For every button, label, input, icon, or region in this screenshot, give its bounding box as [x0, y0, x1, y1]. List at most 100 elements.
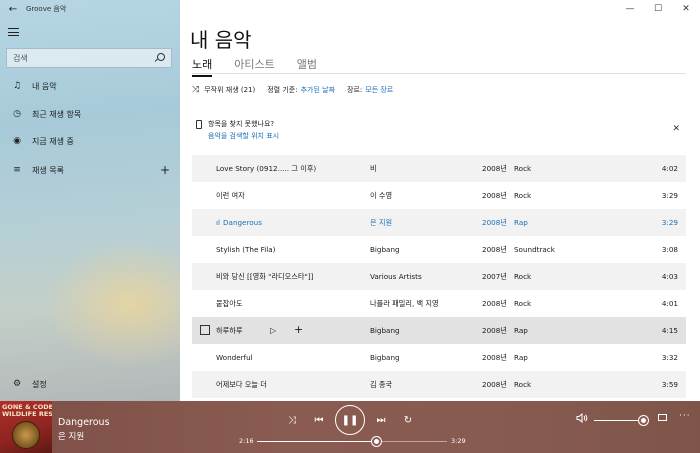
song-genre: Soundtrack: [514, 245, 555, 254]
table-row[interactable]: 붙잡아도 나플라 패밀리, 백 지영 2008년 Rock 4:01: [192, 290, 686, 317]
volume-slider[interactable]: [594, 416, 648, 425]
sidebar-item-label: 지금 재생 중: [32, 136, 74, 146]
search-box[interactable]: 검색: [6, 48, 172, 68]
now-playing-icon: ◉: [13, 136, 21, 146]
sidebar-item-label: 최근 재생 항목: [32, 109, 82, 119]
sidebar-item-my-music[interactable]: ♫ 내 음악: [0, 76, 180, 96]
album-art[interactable]: GONE & CODE WILDLIFE RESERVE: [0, 401, 52, 453]
song-duration: 3:59: [661, 380, 678, 389]
song-title: 어제보다 오늘 더: [216, 379, 267, 389]
song-artist[interactable]: 나플라 패밀리, 백 지영: [370, 299, 439, 309]
minimize-button[interactable]: —: [616, 0, 644, 18]
repeat-button[interactable]: ↻: [400, 412, 416, 428]
song-artist[interactable]: 이 수영: [370, 191, 392, 201]
song-genre: Rock: [514, 272, 532, 281]
sort-label: 정렬 기준:: [267, 86, 298, 94]
play-icon[interactable]: ▷: [270, 326, 276, 335]
close-button[interactable]: ✕: [672, 0, 700, 18]
song-artist[interactable]: Bigbang: [370, 245, 400, 254]
table-row[interactable]: Love Story (0912..... 그 이후) 비 2008년 Rock…: [192, 155, 686, 182]
next-button[interactable]: ⏭: [373, 412, 389, 428]
add-playlist-button[interactable]: +: [160, 163, 170, 177]
song-artist[interactable]: 비: [370, 164, 377, 174]
table-row-playing[interactable]: ıl Dangerous 은 지원 2008년 Rap 3:29: [192, 209, 686, 236]
sidebar-background-glow: [50, 245, 180, 365]
close-notice-icon[interactable]: ✕: [672, 124, 680, 134]
song-artist[interactable]: 은 지원: [370, 218, 392, 228]
table-row[interactable]: Stylish (The Fila) Bigbang 2008년 Soundtr…: [192, 236, 686, 263]
pause-button[interactable]: ❚❚: [335, 405, 365, 435]
song-artist[interactable]: Bigbang: [370, 326, 400, 335]
song-duration: 4:01: [661, 299, 678, 308]
song-genre: Rock: [514, 191, 532, 200]
sidebar-item-now-playing[interactable]: ◉ 지금 재생 중: [0, 131, 180, 151]
mini-player-icon[interactable]: [658, 414, 667, 421]
song-artist[interactable]: 김 종국: [370, 380, 392, 390]
title-bar: ← Groove 음악 — ☐ ✕: [0, 0, 700, 18]
shuffle-all-button[interactable]: 무작위 재생 (21): [204, 85, 255, 95]
song-duration: 3:29: [661, 191, 678, 200]
sort-dropdown[interactable]: 추가된 날짜: [301, 85, 335, 95]
genre-label: 장르:: [347, 86, 363, 94]
song-genre: Rock: [514, 164, 532, 173]
song-year: 2008년: [482, 379, 507, 389]
song-year: 2008년: [482, 190, 507, 200]
now-playing-artist[interactable]: 은 지원: [58, 430, 84, 442]
table-row-hover[interactable]: 하루하루 ▷ + Bigbang 2008년 Rap 4:15: [192, 317, 686, 344]
shuffle-button[interactable]: ⤨: [284, 412, 300, 428]
row-checkbox[interactable]: [200, 325, 210, 335]
notice-title: 항목을 찾지 못했나요?: [208, 120, 275, 128]
back-arrow-icon[interactable]: ←: [0, 0, 26, 18]
sidebar-item-label: 내 음악: [32, 81, 57, 91]
sidebar-item-settings[interactable]: ⚙ 설정: [0, 374, 180, 394]
filter-bar: ⤨ 무작위 재생 (21) 정렬 기준: 추가된 날짜 장르: 모든 장르: [192, 85, 393, 95]
song-genre: Rock: [514, 299, 532, 308]
sidebar: 검색 ♫ 내 음악 ◷ 최근 재생 항목 ◉ 지금 재생 중 ≡ 재생 목록 +…: [0, 0, 180, 401]
song-title: 하루하루: [216, 325, 243, 335]
song-year: 2008년: [482, 352, 507, 362]
elapsed-time: 2:16: [239, 437, 254, 445]
table-row[interactable]: Wonderful Bigbang 2008년 Rap 3:32: [192, 344, 686, 371]
sidebar-item-label: 설정: [32, 379, 47, 389]
song-year: 2008년: [482, 244, 507, 254]
song-duration: 4:03: [661, 272, 678, 281]
volume-slider-thumb[interactable]: [638, 416, 648, 425]
song-list: Love Story (0912..... 그 이후) 비 2008년 Rock…: [192, 155, 686, 398]
volume-icon[interactable]: [576, 412, 588, 426]
song-duration: 4:15: [661, 326, 678, 335]
song-artist[interactable]: Bigbang: [370, 353, 400, 362]
maximize-button[interactable]: ☐: [644, 0, 672, 18]
genre-dropdown[interactable]: 모든 장르: [365, 85, 393, 95]
window-controls: — ☐ ✕: [616, 0, 700, 18]
clock-icon: ◷: [13, 109, 21, 119]
seek-bar-thumb[interactable]: [371, 437, 381, 446]
song-artist[interactable]: Various Artists: [370, 272, 422, 281]
tab-divider: [192, 73, 686, 74]
seek-bar[interactable]: [257, 437, 447, 446]
now-playing-title[interactable]: Dangerous: [58, 417, 110, 428]
song-title: 붙잡아도: [216, 298, 243, 308]
song-title: ıl Dangerous: [216, 218, 262, 227]
search-input[interactable]: 검색: [13, 53, 155, 64]
table-row[interactable]: 이런 여자 이 수영 2008년 Rock 3:29: [192, 182, 686, 209]
show-music-locations-link[interactable]: 음악을 검색할 위치 표시: [208, 131, 279, 141]
shuffle-icon[interactable]: ⤨: [192, 85, 199, 95]
sidebar-item-recent[interactable]: ◷ 최근 재생 항목: [0, 104, 180, 124]
song-title: Love Story (0912..... 그 이후): [216, 163, 317, 173]
song-duration: 4:02: [661, 164, 678, 173]
search-icon[interactable]: [155, 53, 165, 63]
song-year: 2008년: [482, 298, 507, 308]
player-bar: GONE & CODE WILDLIFE RESERVE Dangerous 은…: [0, 401, 700, 453]
previous-button[interactable]: ⏮: [311, 412, 327, 428]
gear-icon: ⚙: [12, 379, 22, 389]
song-duration: 3:32: [661, 353, 678, 362]
table-row[interactable]: 어제보다 오늘 더 김 종국 2008년 Rock 3:59: [192, 371, 686, 398]
more-options-icon[interactable]: ···: [679, 411, 691, 421]
song-title: 비와 당신 [[영화 "라디오스타"]]: [216, 271, 314, 281]
hamburger-menu-icon[interactable]: [8, 26, 22, 38]
song-genre: Rap: [514, 326, 528, 335]
sidebar-item-playlists[interactable]: ≡ 재생 목록 +: [0, 160, 180, 180]
song-year: 2008년: [482, 217, 507, 227]
add-to-icon[interactable]: +: [294, 323, 303, 336]
table-row[interactable]: 비와 당신 [[영화 "라디오스타"]] Various Artists 200…: [192, 263, 686, 290]
